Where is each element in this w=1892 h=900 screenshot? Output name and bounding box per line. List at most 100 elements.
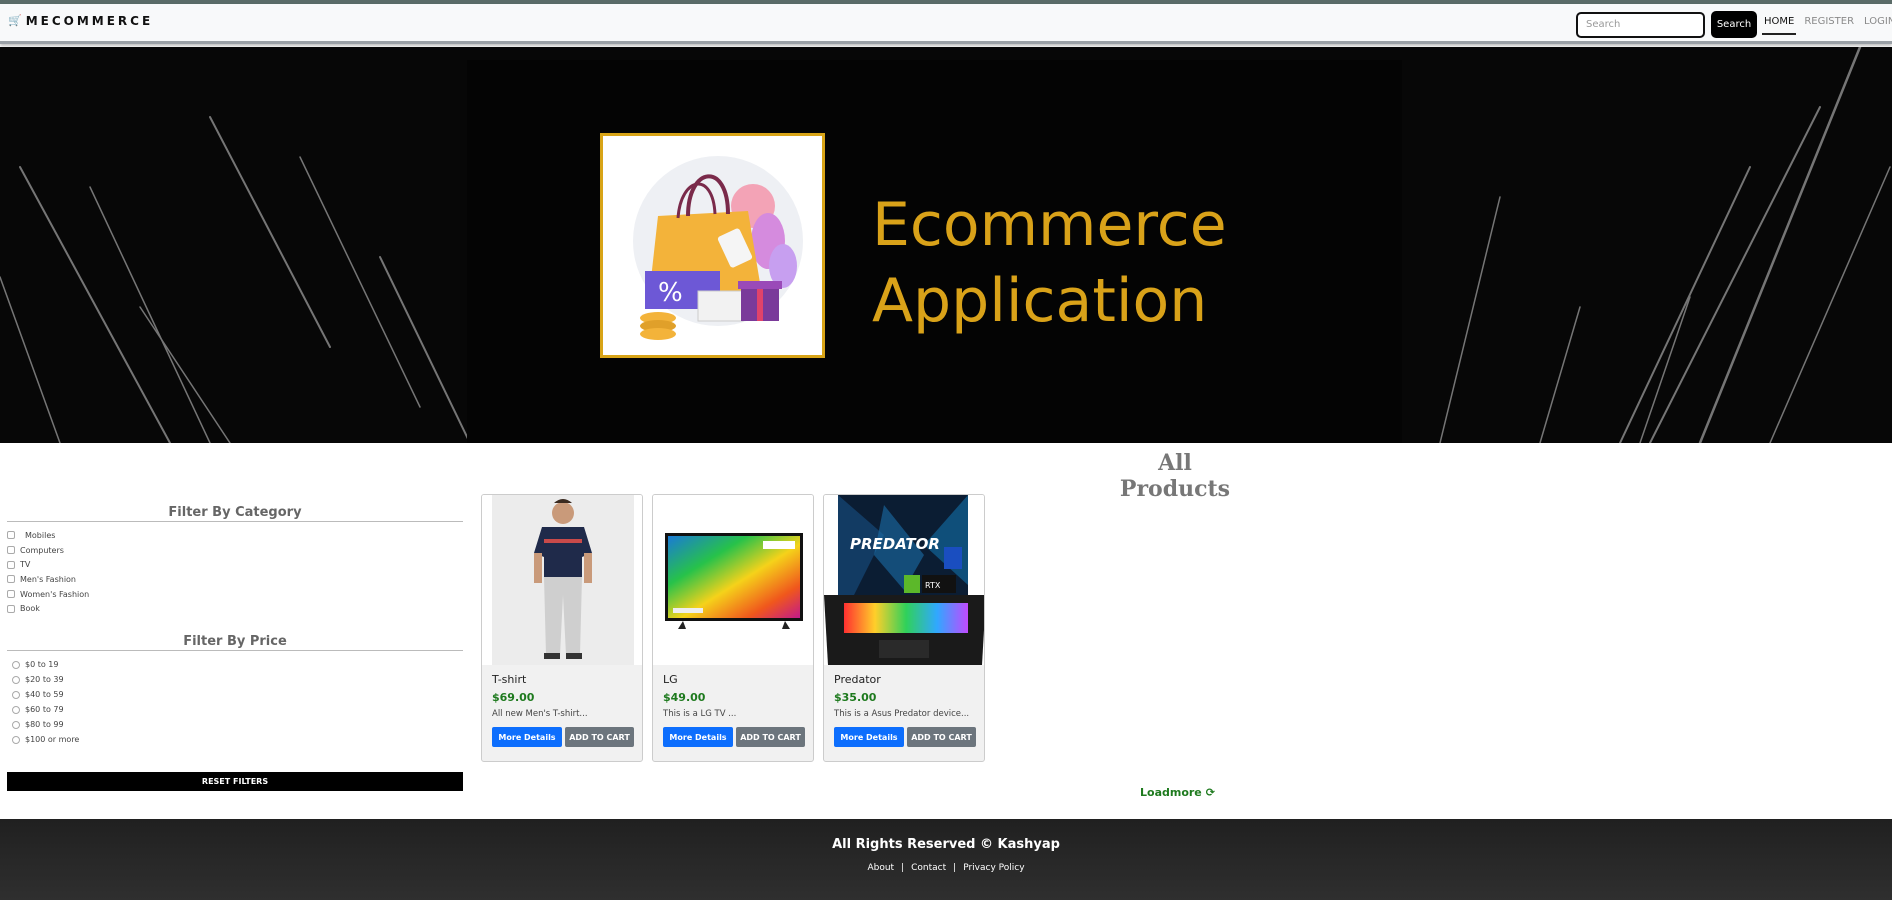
footer-link-contact[interactable]: Contact	[911, 863, 946, 873]
svg-text:RTX: RTX	[925, 581, 941, 590]
price-option[interactable]: $80 to 99	[7, 717, 463, 732]
add-to-cart-button[interactable]: ADD TO CART	[907, 727, 976, 747]
radio-button[interactable]	[12, 660, 20, 669]
checkbox[interactable]	[7, 546, 15, 555]
radio-button[interactable]	[12, 720, 20, 729]
product-card-body: Predator $35.00 This is a Asus Predator …	[834, 673, 976, 747]
banner-title-line1: Ecommerce	[872, 190, 1227, 260]
category-option[interactable]: TV	[7, 557, 463, 572]
product-image-lg	[653, 495, 813, 665]
reset-filters-button[interactable]: RESET FILTERS	[7, 772, 463, 791]
category-option[interactable]: Computers	[7, 543, 463, 558]
search-button[interactable]: Search	[1711, 11, 1757, 38]
footer-separator: |	[901, 863, 905, 873]
cart-icon: 🛒	[8, 14, 22, 27]
category-option[interactable]: Book	[7, 601, 463, 616]
banner-title: Ecommerce Application	[872, 187, 1227, 339]
category-option[interactable]: Men's Fashion	[7, 572, 463, 587]
price-filter-list: $0 to 19 $20 to 39 $40 to 59 $60 to 79 $…	[7, 657, 463, 747]
category-label: Mobiles	[25, 530, 56, 540]
nav-link-home[interactable]: HOME	[1762, 14, 1797, 35]
checkbox[interactable]	[7, 575, 15, 584]
price-option[interactable]: $100 or more	[7, 732, 463, 747]
navbar: 🛒 MECOMMERCE Search HOME REGISTER LOGIN	[0, 4, 1892, 44]
price-option[interactable]: $0 to 19	[7, 657, 463, 672]
svg-text:%: %	[658, 278, 683, 308]
brand-link[interactable]: 🛒 MECOMMERCE	[8, 14, 153, 28]
add-to-cart-button[interactable]: ADD TO CART	[736, 727, 805, 747]
product-card-tshirt: T-shirt $69.00 All new Men's T-shirt... …	[481, 494, 643, 762]
product-name[interactable]: T-shirt	[492, 673, 634, 686]
nav-links: HOME REGISTER LOGIN	[1762, 14, 1892, 35]
category-option[interactable]: Mobiles	[7, 528, 463, 543]
svg-text:PREDATOR: PREDATOR	[850, 535, 940, 553]
banner-title-line2: Application	[872, 266, 1208, 336]
product-card-lg: LG $49.00 This is a LG TV ... More Detai…	[652, 494, 814, 762]
footer-link-privacy-policy[interactable]: Privacy Policy	[963, 863, 1024, 873]
checkbox[interactable]	[7, 560, 15, 569]
category-label: Women's Fashion	[20, 589, 90, 599]
nav-link-login[interactable]: LOGIN	[1862, 14, 1892, 35]
add-to-cart-button[interactable]: ADD TO CART	[565, 727, 634, 747]
category-label: Men's Fashion	[20, 574, 76, 584]
product-actions: More Details ADD TO CART	[492, 727, 634, 747]
hero-banner: % Ecommerce Application	[0, 47, 1892, 443]
shopping-bag-logo: %	[600, 133, 825, 358]
price-label: $80 to 99	[25, 720, 64, 730]
price-option[interactable]: $20 to 39	[7, 672, 463, 687]
more-details-button[interactable]: More Details	[492, 727, 562, 747]
product-description: This is a LG TV ...	[663, 709, 737, 719]
loadmore-label: Loadmore	[1140, 786, 1202, 799]
radio-button[interactable]	[12, 735, 20, 744]
product-card-predator: PREDATOR RTX Predator $35.00 This is a A…	[823, 494, 985, 762]
category-option[interactable]: Women's Fashion	[7, 587, 463, 602]
footer-links: About | Contact | Privacy Policy	[0, 863, 1892, 873]
price-label: $20 to 39	[25, 675, 64, 685]
checkbox[interactable]	[7, 531, 15, 540]
price-label: $100 or more	[25, 735, 80, 745]
filter-sidebar: Filter By Category Mobiles Computers TV …	[7, 505, 463, 747]
price-filter-title: Filter By Price	[7, 634, 463, 652]
product-card-body: LG $49.00 This is a LG TV ... More Detai…	[663, 673, 805, 747]
search-input[interactable]	[1576, 11, 1705, 38]
price-label: $40 to 59	[25, 690, 64, 700]
product-image-tshirt	[482, 495, 642, 665]
footer-link-about[interactable]: About	[867, 863, 894, 873]
footer: All Rights Reserved © Kashyap About | Co…	[0, 819, 1892, 900]
product-price: $69.00	[492, 691, 535, 704]
radio-button[interactable]	[12, 675, 20, 684]
brand-label: MECOMMERCE	[25, 14, 154, 28]
product-price: $49.00	[663, 691, 706, 704]
more-details-button[interactable]: More Details	[834, 727, 904, 747]
product-card-body: T-shirt $69.00 All new Men's T-shirt... …	[492, 673, 634, 747]
footer-copyright: All Rights Reserved © Kashyap	[832, 837, 1060, 852]
checkbox[interactable]	[7, 604, 15, 613]
product-actions: More Details ADD TO CART	[663, 727, 805, 747]
checkbox[interactable]	[7, 590, 15, 599]
radio-button[interactable]	[12, 690, 20, 699]
reload-icon: ⟳	[1205, 786, 1215, 799]
product-actions: More Details ADD TO CART	[834, 727, 976, 747]
page-title: All Products	[1119, 450, 1231, 502]
category-filter-title: Filter By Category	[7, 505, 463, 522]
product-description: This is a Asus Predator device...	[834, 709, 970, 719]
product-description: All new Men's T-shirt...	[492, 709, 588, 719]
category-label: TV	[20, 560, 31, 570]
footer-separator: |	[953, 863, 957, 873]
category-filter-list: Mobiles Computers TV Men's Fashion Women…	[7, 528, 463, 616]
price-label: $0 to 19	[25, 660, 59, 670]
price-option[interactable]: $60 to 79	[7, 702, 463, 717]
search-form: Search	[1576, 11, 1757, 38]
category-label: Computers	[20, 545, 64, 555]
more-details-button[interactable]: More Details	[663, 727, 733, 747]
product-name[interactable]: Predator	[834, 673, 976, 686]
price-label: $60 to 79	[25, 705, 64, 715]
radio-button[interactable]	[12, 705, 20, 714]
loadmore-button[interactable]: Loadmore ⟳	[1140, 786, 1215, 799]
category-label: Book	[20, 604, 40, 614]
price-option[interactable]: $40 to 59	[7, 687, 463, 702]
product-name[interactable]: LG	[663, 673, 805, 686]
nav-link-register[interactable]: REGISTER	[1802, 14, 1856, 35]
product-image-predator: PREDATOR RTX	[824, 495, 984, 665]
product-price: $35.00	[834, 691, 877, 704]
